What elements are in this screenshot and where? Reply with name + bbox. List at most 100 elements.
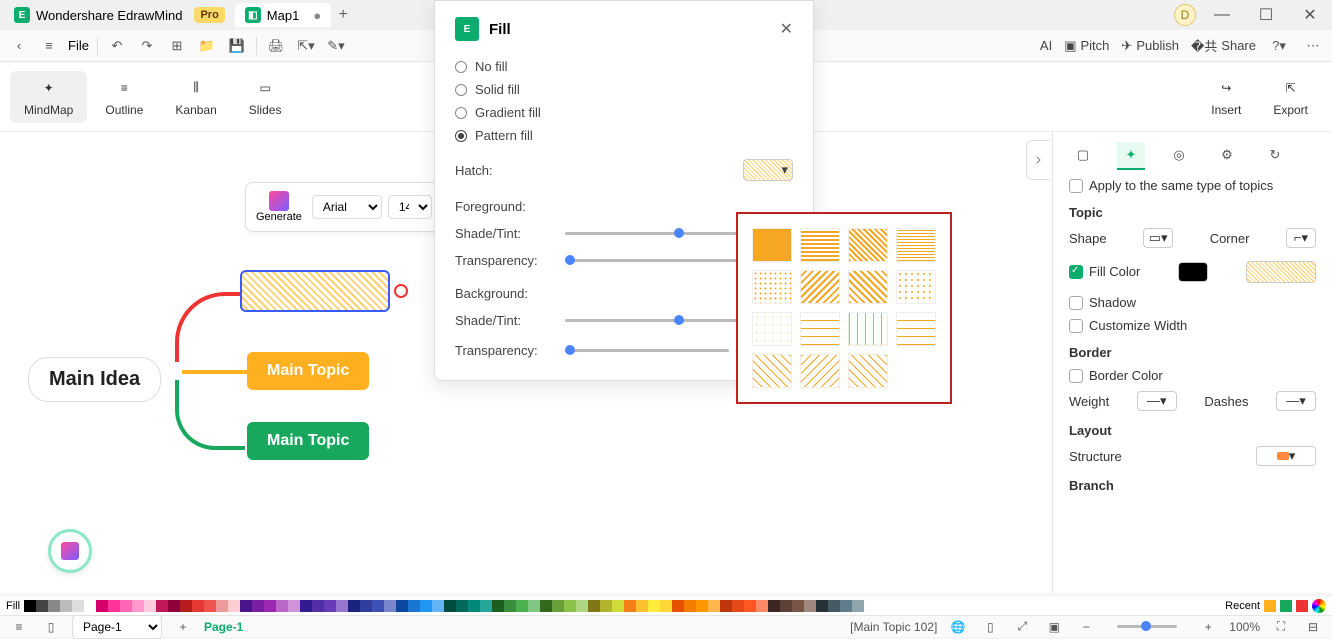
dialog-close-button[interactable]: ✕ bbox=[780, 19, 793, 39]
mode-kanban[interactable]: ⫼Kanban bbox=[161, 71, 230, 123]
pattern-swatch[interactable] bbox=[752, 312, 792, 346]
color-swatch[interactable] bbox=[804, 600, 816, 612]
color-swatch[interactable] bbox=[108, 600, 120, 612]
color-swatch[interactable] bbox=[396, 600, 408, 612]
recent-color-swatch[interactable] bbox=[1296, 600, 1308, 612]
add-page-button[interactable]: + bbox=[172, 616, 194, 638]
color-swatch[interactable] bbox=[480, 600, 492, 612]
publish-button[interactable]: ✈Publish bbox=[1121, 38, 1179, 54]
menu-button[interactable]: ≡ bbox=[38, 35, 60, 57]
color-swatch[interactable] bbox=[420, 600, 432, 612]
mode-outline[interactable]: ≡Outline bbox=[91, 71, 157, 123]
color-swatch[interactable] bbox=[768, 600, 780, 612]
color-swatch[interactable] bbox=[408, 600, 420, 612]
color-swatch[interactable] bbox=[360, 600, 372, 612]
color-swatch[interactable] bbox=[432, 600, 444, 612]
zoom-slider[interactable] bbox=[1117, 625, 1177, 628]
color-swatch[interactable] bbox=[264, 600, 276, 612]
fit-page-icon[interactable]: ▯ bbox=[979, 616, 1001, 638]
topic-node[interactable]: Main Topic bbox=[247, 352, 369, 390]
fillpattern-swatch[interactable] bbox=[1246, 261, 1316, 283]
color-swatch[interactable] bbox=[516, 600, 528, 612]
color-swatch[interactable] bbox=[636, 600, 648, 612]
pattern-swatch[interactable] bbox=[896, 312, 936, 346]
pattern-swatch[interactable] bbox=[800, 312, 840, 346]
color-swatch[interactable] bbox=[216, 600, 228, 612]
color-swatch[interactable] bbox=[852, 600, 864, 612]
fit-width-icon[interactable]: ⤢ bbox=[1011, 616, 1033, 638]
generate-button[interactable]: Generate bbox=[252, 187, 306, 227]
color-swatch[interactable] bbox=[468, 600, 480, 612]
color-swatch[interactable] bbox=[648, 600, 660, 612]
color-swatch[interactable] bbox=[24, 600, 36, 612]
color-swatch[interactable] bbox=[144, 600, 156, 612]
color-swatch[interactable] bbox=[96, 600, 108, 612]
ai-button[interactable]: AI bbox=[1040, 38, 1052, 53]
pattern-swatch[interactable] bbox=[848, 270, 888, 304]
font-select[interactable]: Arial bbox=[312, 195, 382, 219]
radio-no-fill[interactable]: No fill bbox=[455, 55, 793, 78]
ai-fab-button[interactable] bbox=[48, 529, 92, 573]
print-button[interactable]: 🖨 bbox=[265, 35, 287, 57]
weight-dropdown[interactable]: —▾ bbox=[1137, 391, 1177, 411]
color-swatch[interactable] bbox=[300, 600, 312, 612]
user-avatar[interactable]: D bbox=[1174, 4, 1196, 26]
pattern-swatch[interactable] bbox=[848, 354, 888, 388]
insert-button[interactable]: ↪Insert bbox=[1197, 71, 1255, 123]
dashes-dropdown[interactable]: —▾ bbox=[1276, 391, 1316, 411]
recent-color-swatch[interactable] bbox=[1280, 600, 1292, 612]
shadow-checkbox[interactable]: Shadow bbox=[1069, 295, 1316, 310]
radio-pattern-fill[interactable]: Pattern fill bbox=[455, 124, 793, 147]
color-swatch[interactable] bbox=[756, 600, 768, 612]
color-swatch[interactable] bbox=[840, 600, 852, 612]
close-button[interactable]: ✕ bbox=[1292, 1, 1328, 29]
color-swatch[interactable] bbox=[684, 600, 696, 612]
outline-view-button[interactable]: ≡ bbox=[8, 616, 30, 638]
color-swatch[interactable] bbox=[252, 600, 264, 612]
color-swatch[interactable] bbox=[36, 600, 48, 612]
add-child-handle[interactable] bbox=[394, 284, 408, 298]
color-swatch[interactable] bbox=[732, 600, 744, 612]
page-view-button[interactable]: ▯ bbox=[40, 616, 62, 638]
topic-node[interactable]: Main Topic bbox=[247, 422, 369, 460]
color-swatch[interactable] bbox=[576, 600, 588, 612]
redo-button[interactable]: ↷ bbox=[136, 35, 158, 57]
color-swatch[interactable] bbox=[84, 600, 96, 612]
color-swatch[interactable] bbox=[696, 600, 708, 612]
corner-dropdown[interactable]: ⌐▾ bbox=[1286, 228, 1316, 248]
pattern-swatch[interactable] bbox=[752, 270, 792, 304]
color-swatch[interactable] bbox=[492, 600, 504, 612]
pattern-swatch[interactable] bbox=[848, 312, 888, 346]
file-menu[interactable]: File bbox=[68, 38, 89, 53]
open-button[interactable]: 📁 bbox=[196, 35, 218, 57]
document-tab[interactable]: ◧ Map1 ● bbox=[235, 3, 331, 27]
color-swatch[interactable] bbox=[552, 600, 564, 612]
minimize-button[interactable]: — bbox=[1204, 1, 1240, 29]
collapse-status-button[interactable]: ⊟ bbox=[1302, 616, 1324, 638]
fontsize-select[interactable]: 14 bbox=[388, 195, 432, 219]
pitch-button[interactable]: ▣Pitch bbox=[1064, 38, 1109, 54]
color-swatch[interactable] bbox=[540, 600, 552, 612]
pattern-swatch[interactable] bbox=[752, 228, 792, 262]
color-swatch[interactable] bbox=[564, 600, 576, 612]
color-swatch[interactable] bbox=[276, 600, 288, 612]
central-node[interactable]: Main Idea bbox=[28, 357, 161, 402]
color-swatch[interactable] bbox=[120, 600, 132, 612]
mode-slides[interactable]: ▭Slides bbox=[235, 71, 296, 123]
color-swatch[interactable] bbox=[228, 600, 240, 612]
color-swatch[interactable] bbox=[384, 600, 396, 612]
globe-icon[interactable]: 🌐 bbox=[947, 616, 969, 638]
color-swatch[interactable] bbox=[816, 600, 828, 612]
add-node-button[interactable]: ⊞ bbox=[166, 35, 188, 57]
color-swatch[interactable] bbox=[504, 600, 516, 612]
edit-dd-button[interactable]: ✎▾ bbox=[325, 35, 347, 57]
color-swatch[interactable] bbox=[672, 600, 684, 612]
color-swatch[interactable] bbox=[324, 600, 336, 612]
color-swatch[interactable] bbox=[708, 600, 720, 612]
app-tab[interactable]: E Wondershare EdrawMind Pro bbox=[4, 3, 235, 27]
export-dd-button[interactable]: ⇱▾ bbox=[295, 35, 317, 57]
panel-tab-history[interactable]: ↻ bbox=[1261, 142, 1289, 170]
pattern-swatch[interactable] bbox=[800, 228, 840, 262]
color-swatch[interactable] bbox=[744, 600, 756, 612]
color-swatch[interactable] bbox=[180, 600, 192, 612]
